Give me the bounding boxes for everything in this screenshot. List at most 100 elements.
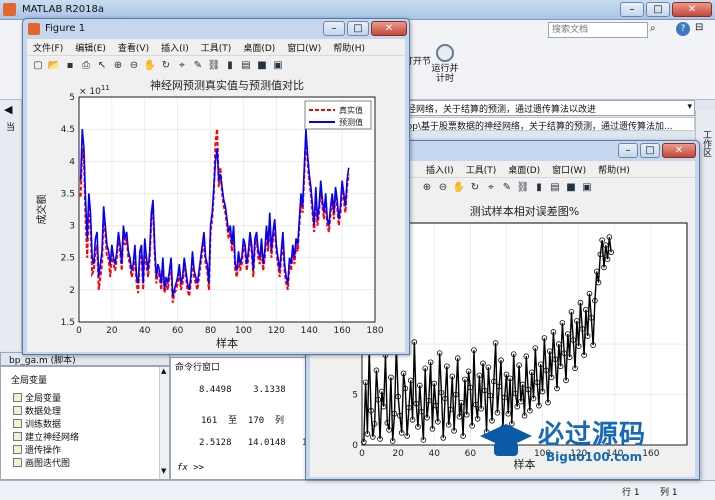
legend-icon[interactable]: ▤: [548, 181, 562, 195]
matlab-window-title: MATLAB R2018a: [22, 4, 105, 15]
legend-label: 预测值: [339, 117, 363, 127]
help-icon[interactable]: ?: [676, 22, 690, 36]
hide-tools-icon[interactable]: ■: [564, 181, 578, 195]
scroll-up-icon[interactable]: ▲: [161, 367, 166, 375]
link-icon[interactable]: ⛓: [207, 59, 221, 73]
y-exponent-label: × 1011: [79, 84, 110, 97]
show-tools-icon[interactable]: ▣: [271, 59, 285, 73]
scroll-down-icon[interactable]: ▼: [161, 467, 166, 475]
y-tick-label: 1.5: [61, 318, 75, 328]
fig2-menu-item[interactable]: 帮助(H): [592, 163, 636, 176]
command-output-line: 161 至 170 列: [201, 416, 285, 426]
legend-icon[interactable]: ▤: [239, 59, 253, 73]
y-tick-label: 4.5: [61, 125, 75, 135]
variable-icon: [13, 419, 22, 428]
x-tick-label: 20: [392, 449, 404, 459]
fig1-menu-item[interactable]: 桌面(D): [237, 41, 281, 54]
address-dropdown-icon[interactable]: ▾: [687, 102, 692, 112]
show-tools-icon[interactable]: ▣: [580, 181, 594, 195]
x-tick-label: 60: [172, 326, 184, 336]
y-tick-label: 3: [69, 222, 75, 232]
pan-icon[interactable]: ✋: [452, 181, 466, 195]
workspace-scrollbar[interactable]: ▲ ▼: [159, 367, 169, 479]
watermark-logo: 必过源码 Biguo100.com: [480, 412, 690, 472]
fig1-menu-item[interactable]: 文件(F): [27, 41, 69, 54]
chart-1-xlabel: 样本: [216, 336, 238, 350]
x-tick-label: 160: [334, 326, 351, 336]
figure-1-window[interactable]: Figure 1 – □ ✕ 文件(F) 编辑(E) 查看(V) 插入(I) 工具(T)…: [22, 18, 410, 355]
fig1-maximize-button[interactable]: □: [347, 21, 369, 36]
search-icon[interactable]: ⌕: [650, 23, 656, 34]
x-tick-label: 0: [76, 326, 82, 336]
fig2-close-button[interactable]: ✕: [662, 143, 696, 158]
fig1-menu-item[interactable]: 编辑(E): [69, 41, 112, 54]
address-bar[interactable]: 神经网络，关于结算的预测，通过遗传算法以改进 ▾: [395, 100, 695, 116]
rotate-icon[interactable]: ↻: [159, 59, 173, 73]
workspace-item[interactable]: 画图迭代图: [13, 456, 70, 469]
fig2-maximize-button[interactable]: □: [640, 143, 660, 158]
ribbon-toggle-icon[interactable]: ⊟: [695, 22, 703, 33]
zoom-out-icon[interactable]: ⊖: [436, 181, 450, 195]
open-file-icon[interactable]: 📂: [47, 59, 61, 73]
rotate-icon[interactable]: ↻: [468, 181, 482, 195]
workspace-item[interactable]: 遗传操作: [13, 443, 61, 456]
fig1-menu-item[interactable]: 查看(V): [112, 41, 155, 54]
fig1-close-button[interactable]: ✕: [371, 21, 407, 36]
fig2-menu-item[interactable]: 桌面(D): [502, 163, 546, 176]
pan-icon[interactable]: ✋: [143, 59, 157, 73]
command-window[interactable]: 命令行窗口 8.4498 3.1338 161 至 170 列 2.5128 1…: [170, 357, 308, 480]
mortarboard-icon: [480, 420, 532, 458]
watermark-brand: 必过源码: [538, 420, 647, 450]
edit-plot-icon[interactable]: ↖: [95, 59, 109, 73]
run-and-time-button[interactable]: 运行并 计时: [427, 44, 463, 84]
status-col: 列 1: [660, 488, 678, 498]
back-arrow-icon[interactable]: ◀: [4, 103, 12, 116]
fig1-menu-item[interactable]: 帮助(H): [327, 41, 371, 54]
save-icon[interactable]: ▪: [63, 59, 77, 73]
workspace-item[interactable]: 数据处理: [13, 404, 61, 417]
address-text: 神经网络，关于结算的预测，通过遗传算法以改进: [398, 105, 597, 115]
x-tick-label: 20: [106, 326, 118, 336]
zoom-in-icon[interactable]: ⊕: [420, 181, 434, 195]
figure-1-titlebar[interactable]: Figure 1 – □ ✕: [23, 19, 409, 39]
fig1-minimize-button[interactable]: –: [323, 21, 345, 36]
zoom-in-icon[interactable]: ⊕: [111, 59, 125, 73]
fig2-menu-item[interactable]: 插入(I): [420, 163, 460, 176]
maximize-button[interactable]: □: [646, 2, 670, 17]
fig1-toolbar: ▢ 📂 ▪ ⎙ ↖ ⊕ ⊖ ✋ ↻ ⌖ ✎ ⛓ ▮ ▤ ■ ▣: [27, 55, 405, 75]
y-tick-label: 2.5: [61, 254, 75, 264]
y-tick-label: 5: [352, 391, 358, 401]
data-cursor-icon[interactable]: ⌖: [484, 181, 498, 195]
fig1-menu-item[interactable]: 窗口(W): [281, 41, 327, 54]
minimize-button[interactable]: –: [620, 2, 644, 17]
fig1-menu-item[interactable]: 插入(I): [155, 41, 195, 54]
hide-tools-icon[interactable]: ■: [255, 59, 269, 73]
colorbar-icon[interactable]: ▮: [223, 59, 237, 73]
search-docs-input[interactable]: 搜索文档: [548, 22, 648, 38]
y-tick-label: 4: [69, 157, 75, 167]
brush-icon[interactable]: ✎: [191, 59, 205, 73]
fig2-menu-item[interactable]: 窗口(W): [546, 163, 592, 176]
workspace-side-tab[interactable]: 工作区: [700, 130, 713, 157]
new-figure-icon[interactable]: ▢: [31, 59, 45, 73]
workspace-item[interactable]: 全局变量: [13, 391, 61, 404]
x-tick-label: 80: [205, 326, 217, 336]
x-tick-label: 140: [301, 326, 318, 336]
link-icon[interactable]: ⛓: [516, 181, 530, 195]
print-icon[interactable]: ⎙: [79, 59, 93, 73]
fig2-menu-item[interactable]: 工具(T): [460, 163, 503, 176]
fig2-minimize-button[interactable]: –: [618, 143, 638, 158]
fig1-menu-item[interactable]: 工具(T): [195, 41, 238, 54]
data-cursor-icon[interactable]: ⌖: [175, 59, 189, 73]
command-prompt[interactable]: fx >>: [177, 463, 204, 473]
close-button[interactable]: ✕: [672, 2, 712, 17]
workspace-item-label: 画图迭代图: [25, 459, 71, 469]
workspace-item[interactable]: 训练数据: [13, 417, 61, 430]
script-file-tab-label: bp_ga.m (脚本): [9, 356, 76, 366]
workspace-item[interactable]: 建立神经网络: [13, 430, 79, 443]
colorbar-icon[interactable]: ▮: [532, 181, 546, 195]
x-tick-label: 0: [359, 449, 365, 459]
brush-icon[interactable]: ✎: [500, 181, 514, 195]
y-tick-label: 3.5: [61, 189, 75, 199]
zoom-out-icon[interactable]: ⊖: [127, 59, 141, 73]
